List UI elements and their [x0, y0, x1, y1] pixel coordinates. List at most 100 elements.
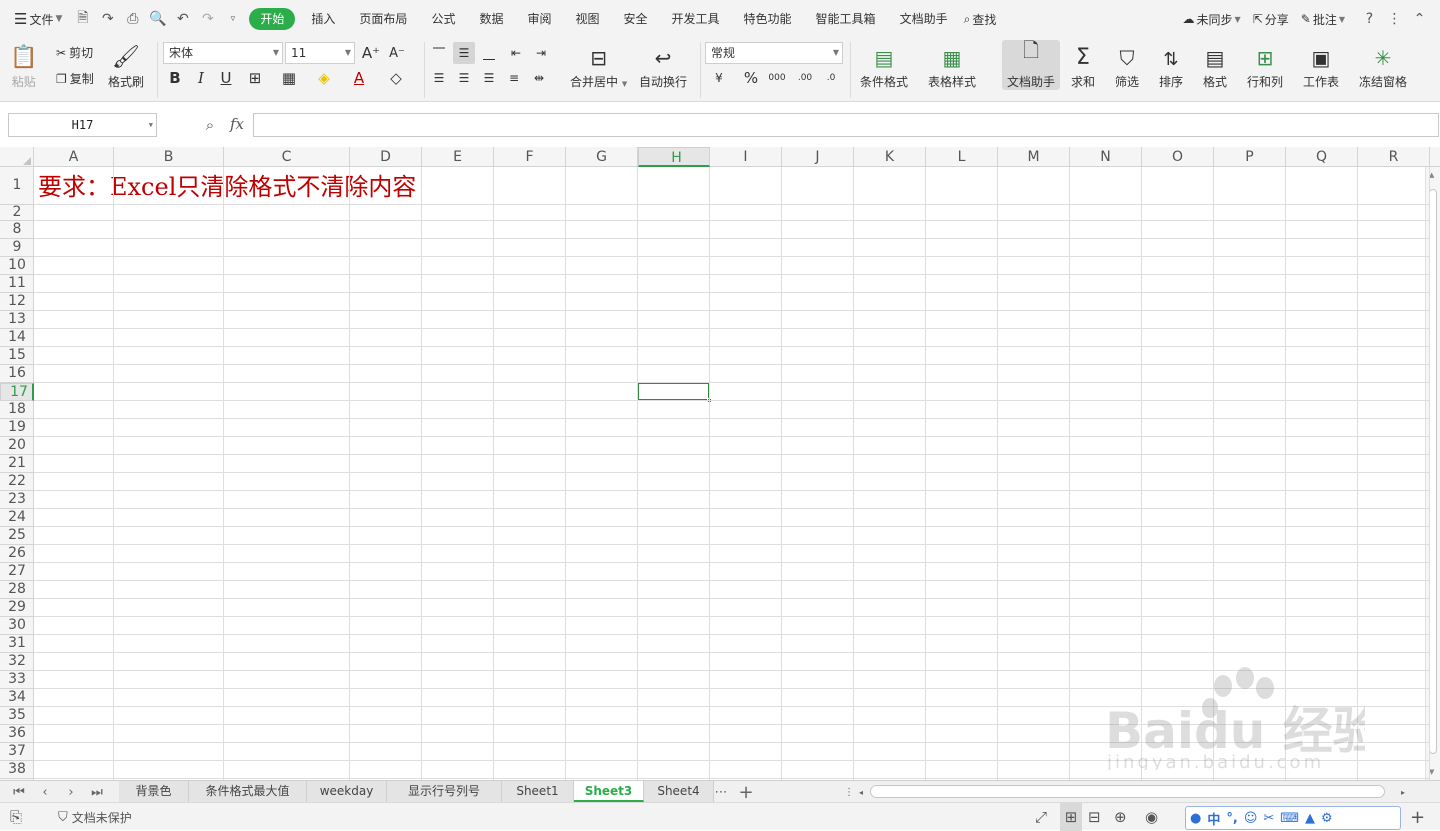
sheet-tab-6[interactable]: Sheet3: [574, 781, 644, 802]
decrease-decimal-icon[interactable]: .0: [820, 67, 842, 89]
prev-sheet-icon[interactable]: ‹: [34, 781, 56, 803]
font-name-select[interactable]: 宋体 ▼: [163, 42, 283, 64]
name-box[interactable]: H17 ▼: [8, 113, 157, 137]
tab-features[interactable]: 特色功能: [732, 8, 804, 30]
fill-pattern-icon[interactable]: ▦: [278, 67, 300, 89]
cut-button[interactable]: ✂ 剪切: [56, 44, 93, 61]
row-header-10[interactable]: 10: [0, 257, 34, 275]
decrease-indent-icon[interactable]: ⇤: [505, 42, 527, 64]
decrease-font-icon[interactable]: A⁻: [386, 42, 408, 64]
currency-icon[interactable]: ¥: [708, 67, 730, 89]
emoji-icon[interactable]: ☺: [1244, 811, 1258, 826]
thousands-icon[interactable]: 000: [766, 67, 788, 89]
row-header-32[interactable]: 32: [0, 653, 34, 671]
column-header-b[interactable]: B: [114, 147, 224, 167]
clear-icon[interactable]: ◇: [385, 67, 407, 89]
increase-font-icon[interactable]: A⁺: [360, 42, 382, 64]
row-header-20[interactable]: 20: [0, 437, 34, 455]
search-button[interactable]: ⌕ 查找: [964, 11, 997, 28]
column-header-q[interactable]: Q: [1286, 147, 1358, 167]
font-size-select[interactable]: 11 ▼: [285, 42, 355, 64]
customize-icon[interactable]: ▿: [220, 7, 245, 31]
column-header-d[interactable]: D: [350, 147, 422, 167]
format-painter-button[interactable]: 🖌 格式刷: [108, 42, 144, 90]
tab-view[interactable]: 视图: [563, 8, 611, 30]
font-color-icon[interactable]: A: [348, 67, 370, 89]
tab-security[interactable]: 安全: [612, 8, 660, 30]
column-header-i[interactable]: I: [710, 147, 782, 167]
annotate-button[interactable]: ✎ 批注 ▼: [1301, 11, 1345, 28]
sheet-tab-4[interactable]: 显示行号列号: [387, 781, 502, 802]
first-sheet-icon[interactable]: ⏮: [8, 781, 30, 803]
undo-icon[interactable]: ↶: [170, 7, 195, 31]
align-middle-icon[interactable]: ☰: [453, 42, 475, 64]
column-header-k[interactable]: K: [854, 147, 926, 167]
scroll-left-arrow-icon[interactable]: ◂: [850, 781, 872, 803]
sheet-tab-7[interactable]: Sheet4: [644, 781, 714, 802]
scissors-icon[interactable]: ✂: [1263, 811, 1274, 826]
row-header-33[interactable]: 33: [0, 671, 34, 689]
tab-page-layout[interactable]: 页面布局: [347, 8, 419, 30]
row-header-36[interactable]: 36: [0, 725, 34, 743]
merge-center-button[interactable]: ⊟ 合并居中 ▼: [570, 42, 627, 90]
last-sheet-icon[interactable]: ⏭: [86, 781, 108, 803]
save-icon[interactable]: 🗎: [70, 7, 95, 31]
row-header-2[interactable]: 2: [0, 205, 34, 221]
row-header-24[interactable]: 24: [0, 509, 34, 527]
macro-icon[interactable]: ⎘: [10, 803, 22, 831]
filter-button[interactable]: ⛉ 筛选: [1115, 42, 1139, 90]
column-header-c[interactable]: C: [224, 147, 350, 167]
redo-icon[interactable]: ↷: [195, 7, 220, 31]
row-header-19[interactable]: 19: [0, 419, 34, 437]
number-format-select[interactable]: 常规 ▼: [705, 42, 843, 64]
row-header-15[interactable]: 15: [0, 347, 34, 365]
spreadsheet-grid[interactable]: ABCDEFGHIJKLMNOPQR 1 2 8 9 10 11 12 13 14 15 16 17 1…: [0, 147, 1440, 780]
column-header-m[interactable]: M: [998, 147, 1070, 167]
row-header-27[interactable]: 27: [0, 563, 34, 581]
row-header-34[interactable]: 34: [0, 689, 34, 707]
eye-protection-icon[interactable]: ◉: [1145, 803, 1158, 831]
row-header-14[interactable]: 14: [0, 329, 34, 347]
file-menu[interactable]: ☰ 文件 ▼: [14, 10, 62, 28]
italic-icon[interactable]: I: [190, 67, 212, 89]
sheet-tab-3[interactable]: weekday: [307, 781, 387, 802]
scroll-right-arrow-icon[interactable]: ▸: [1392, 781, 1414, 803]
print-icon[interactable]: ⎙: [120, 7, 145, 31]
distribute-icon[interactable]: ⇹: [528, 67, 550, 89]
table-style-button[interactable]: ▦ 表格样式: [928, 42, 976, 90]
paste-button[interactable]: 📋 粘贴: [10, 42, 37, 90]
align-top-icon[interactable]: ⎺: [428, 42, 450, 64]
tab-doc-assistant[interactable]: 文档助手: [888, 8, 960, 30]
row-header-11[interactable]: 11: [0, 275, 34, 293]
sort-button[interactable]: ⇅ 排序: [1159, 42, 1183, 90]
fill-color-icon[interactable]: ◈: [313, 67, 335, 89]
sheet-tab-5[interactable]: Sheet1: [502, 781, 574, 802]
row-header-1[interactable]: 1: [0, 167, 34, 205]
percent-icon[interactable]: %: [740, 67, 762, 89]
column-header-f[interactable]: F: [494, 147, 566, 167]
sheet-tab-1[interactable]: 背景色: [119, 781, 189, 802]
freeze-button[interactable]: ✳ 冻结窗格: [1359, 42, 1407, 90]
row-header-21[interactable]: 21: [0, 455, 34, 473]
add-sheet-icon[interactable]: +: [735, 781, 757, 803]
page-break-view-icon[interactable]: ⊕: [1114, 803, 1127, 831]
row-header-29[interactable]: 29: [0, 599, 34, 617]
align-right-icon[interactable]: ☰: [478, 67, 500, 89]
rows-cols-button[interactable]: ⊞ 行和列: [1247, 42, 1283, 90]
cell-a1[interactable]: 要求：Excel只清除格式不清除内容: [38, 169, 416, 205]
settings-icon[interactable]: ⚙: [1321, 811, 1333, 826]
row-header-23[interactable]: 23: [0, 491, 34, 509]
row-header-16[interactable]: 16: [0, 365, 34, 383]
increase-decimal-icon[interactable]: .00: [794, 67, 816, 89]
share-button[interactable]: ⇱ 分享: [1253, 11, 1289, 28]
copy-button[interactable]: ❐ 复制: [56, 70, 94, 87]
page-layout-view-icon[interactable]: ⊟: [1088, 803, 1101, 831]
wrap-text-button[interactable]: ↩ 自动换行: [639, 42, 687, 90]
sync-button[interactable]: ☁ 未同步 ▼: [1183, 11, 1241, 28]
column-header-n[interactable]: N: [1070, 147, 1142, 167]
row-header-8[interactable]: 8: [0, 221, 34, 239]
row-header-30[interactable]: 30: [0, 617, 34, 635]
column-header-p[interactable]: P: [1214, 147, 1286, 167]
row-header-12[interactable]: 12: [0, 293, 34, 311]
tab-insert[interactable]: 插入: [299, 8, 347, 30]
